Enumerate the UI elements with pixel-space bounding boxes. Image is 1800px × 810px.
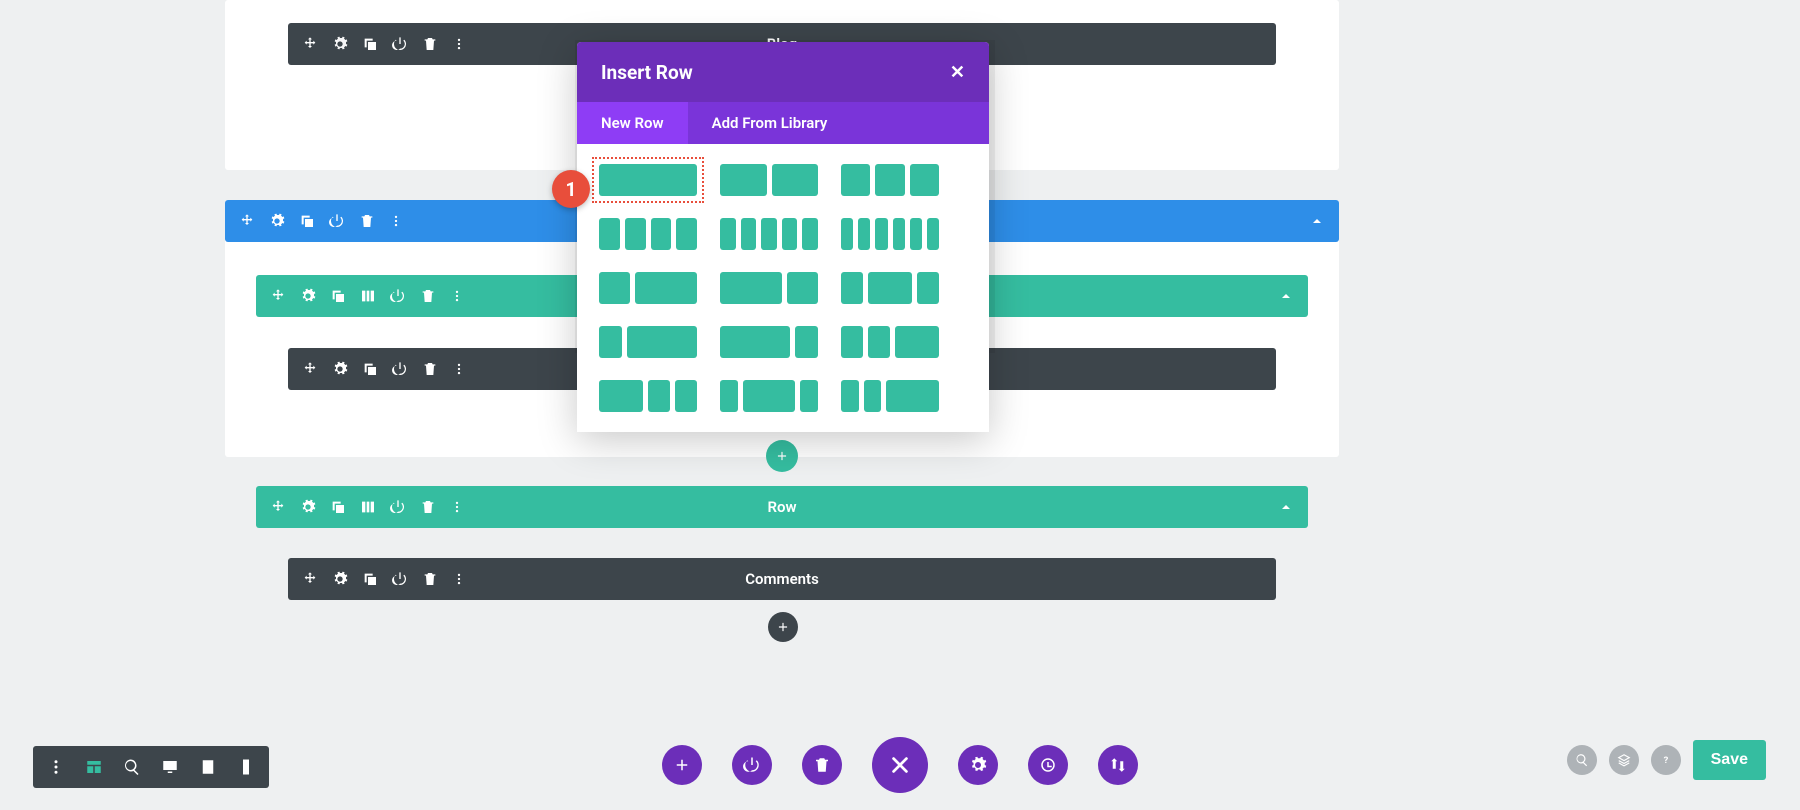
settings-button[interactable] [958, 745, 998, 785]
add-button[interactable] [662, 745, 702, 785]
more-icon[interactable] [450, 500, 464, 514]
duplicate-icon[interactable] [330, 288, 346, 304]
layout-option[interactable] [841, 218, 939, 250]
more-icon[interactable] [452, 37, 466, 51]
more-icon[interactable] [450, 289, 464, 303]
more-icon[interactable] [452, 362, 466, 376]
power-button[interactable] [732, 745, 772, 785]
close-icon[interactable] [950, 62, 965, 83]
move-icon[interactable] [302, 361, 318, 377]
layout-option[interactable] [841, 380, 939, 412]
builder-bottom-bar [0, 720, 1800, 810]
move-icon[interactable] [302, 36, 318, 52]
trash-icon[interactable] [420, 288, 436, 304]
layout-option[interactable] [720, 380, 818, 412]
move-icon[interactable] [239, 213, 255, 229]
module-bar-comments[interactable]: Comments [288, 558, 1276, 600]
layout-option[interactable] [599, 326, 697, 358]
more-icon[interactable] [389, 214, 403, 228]
modal-tabs: New Row Add From Library [577, 102, 989, 144]
duplicate-icon[interactable] [362, 361, 378, 377]
layout-option[interactable] [841, 326, 939, 358]
phone-icon[interactable] [237, 758, 255, 776]
add-module-button[interactable] [768, 612, 798, 642]
wireframe-view-icon[interactable] [85, 758, 103, 776]
layout-option[interactable] [599, 272, 697, 304]
zoom-icon[interactable] [123, 758, 141, 776]
desktop-icon[interactable] [161, 758, 179, 776]
view-toolbar [33, 746, 269, 788]
layout-option[interactable] [841, 272, 939, 304]
more-icon[interactable] [47, 758, 65, 776]
layout-option[interactable] [599, 218, 697, 250]
trash-icon[interactable] [422, 571, 438, 587]
move-icon[interactable] [270, 288, 286, 304]
layout-grid [599, 164, 967, 412]
layout-option[interactable] [599, 164, 697, 196]
gear-icon[interactable] [300, 288, 316, 304]
gear-icon[interactable] [332, 36, 348, 52]
move-icon[interactable] [302, 571, 318, 587]
power-icon[interactable] [392, 361, 408, 377]
layout-option[interactable] [720, 164, 818, 196]
close-builder-button[interactable] [872, 737, 928, 793]
save-button[interactable]: Save [1693, 740, 1766, 780]
layout-option[interactable] [720, 272, 818, 304]
modal-title: Insert Row [601, 61, 693, 84]
power-icon[interactable] [390, 288, 406, 304]
tablet-icon[interactable] [199, 758, 217, 776]
layout-option[interactable] [720, 326, 818, 358]
trash-icon[interactable] [422, 36, 438, 52]
insert-row-modal: Insert Row New Row Add From Library [577, 42, 989, 432]
gear-icon[interactable] [269, 213, 285, 229]
chevron-up-icon[interactable] [1278, 288, 1294, 304]
tab-new-row[interactable]: New Row [577, 102, 688, 144]
layers-icon[interactable] [1609, 745, 1639, 775]
power-icon[interactable] [390, 499, 406, 515]
duplicate-icon[interactable] [362, 571, 378, 587]
svg-text:?: ? [1663, 755, 1668, 766]
sort-button[interactable] [1098, 745, 1138, 785]
layout-option[interactable] [841, 164, 939, 196]
columns-icon[interactable] [360, 499, 376, 515]
columns-icon[interactable] [360, 288, 376, 304]
trash-icon[interactable] [359, 213, 375, 229]
trash-icon[interactable] [422, 361, 438, 377]
layout-option[interactable] [720, 218, 818, 250]
help-icon[interactable]: ? [1651, 745, 1681, 775]
duplicate-icon[interactable] [362, 36, 378, 52]
search-icon[interactable] [1567, 745, 1597, 775]
duplicate-icon[interactable] [330, 499, 346, 515]
annotation-badge: 1 [552, 170, 590, 208]
power-icon[interactable] [329, 213, 345, 229]
add-row-button[interactable] [766, 440, 798, 472]
gear-icon[interactable] [332, 571, 348, 587]
chevron-up-icon[interactable] [1309, 213, 1325, 229]
move-icon[interactable] [270, 499, 286, 515]
duplicate-icon[interactable] [299, 213, 315, 229]
power-icon[interactable] [392, 571, 408, 587]
more-icon[interactable] [452, 572, 466, 586]
trash-icon[interactable] [420, 499, 436, 515]
row-bar-comments[interactable]: Row [256, 486, 1308, 528]
modal-header: Insert Row [577, 42, 989, 102]
gear-icon[interactable] [332, 361, 348, 377]
trash-button[interactable] [802, 745, 842, 785]
history-button[interactable] [1028, 745, 1068, 785]
right-tools: ? Save [1567, 740, 1766, 780]
chevron-up-icon[interactable] [1278, 499, 1294, 515]
power-icon[interactable] [392, 36, 408, 52]
tab-add-from-library[interactable]: Add From Library [688, 102, 852, 144]
layout-option[interactable] [599, 380, 697, 412]
gear-icon[interactable] [300, 499, 316, 515]
